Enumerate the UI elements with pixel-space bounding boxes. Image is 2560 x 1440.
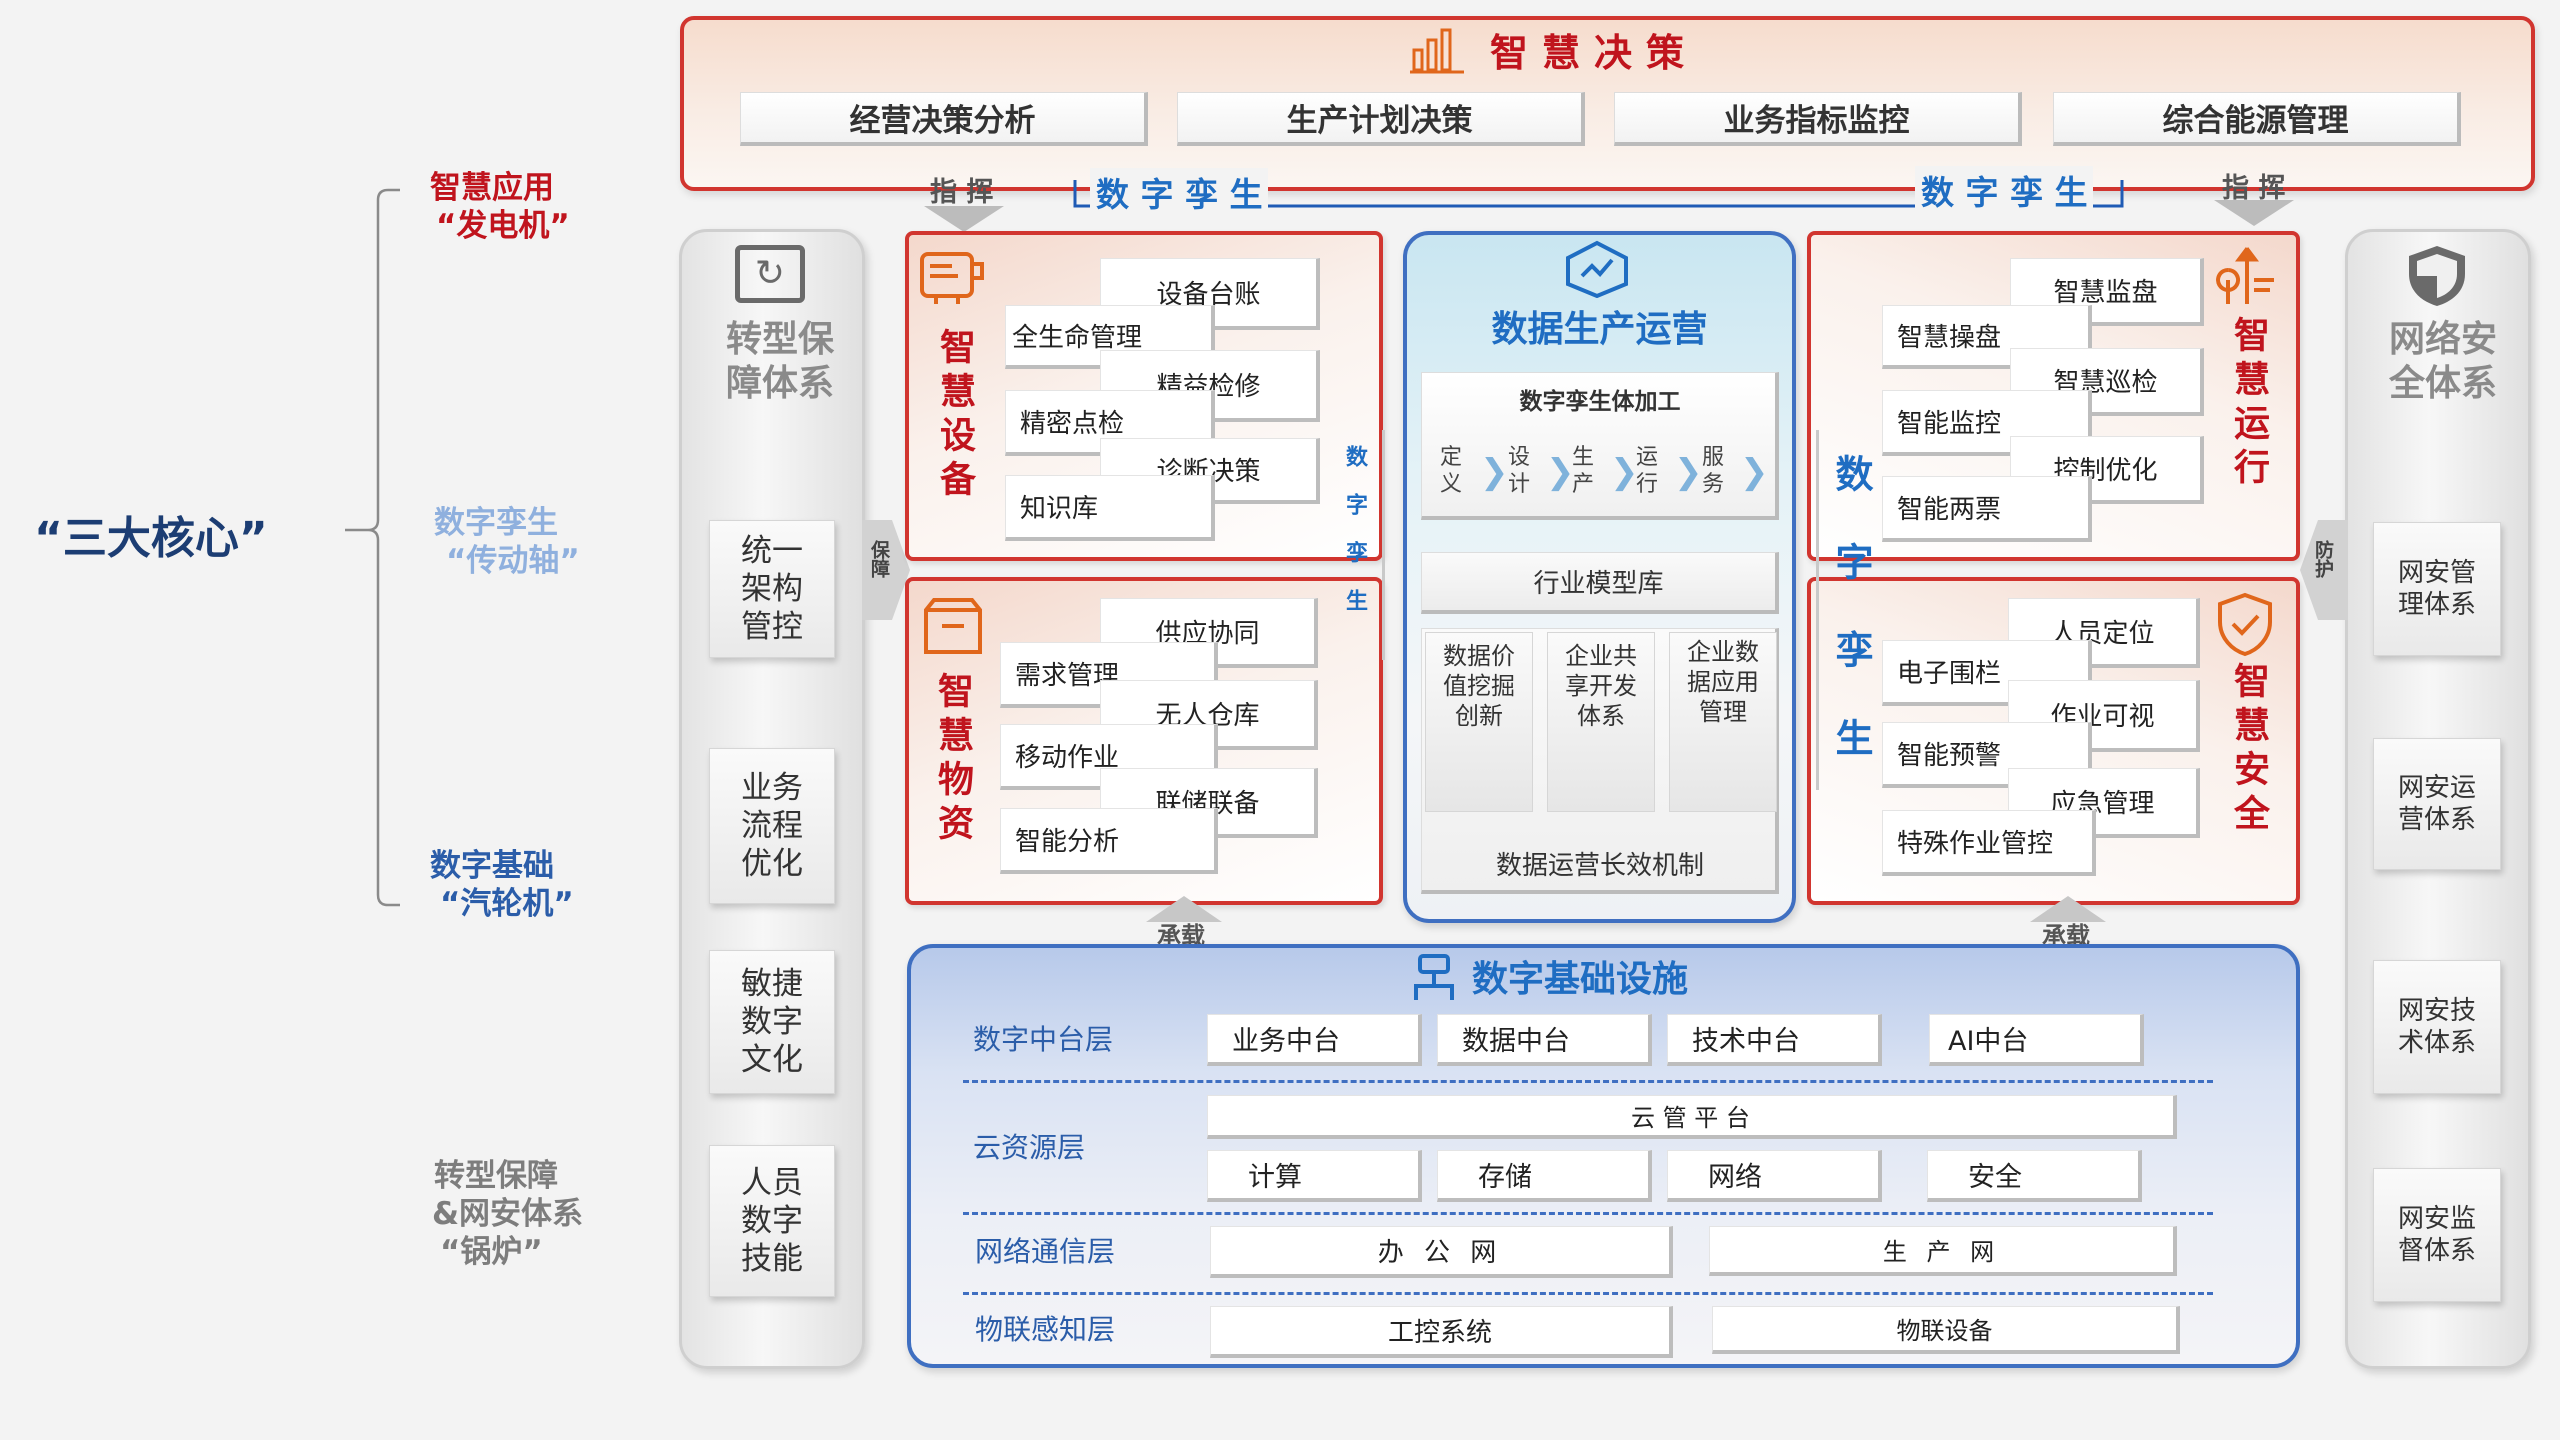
process-step-0: 定义 xyxy=(1440,445,1463,497)
model-library: 行业模型库 xyxy=(1421,552,1779,614)
process-step-4: 服务 xyxy=(1702,445,1725,497)
twin-label-line2: “传动轴” xyxy=(446,543,580,579)
guarantee-arrow-label: 保障 xyxy=(868,540,890,578)
process-step-3: 运行 xyxy=(1636,445,1659,497)
middle-platform-item-2: 技术中台 xyxy=(1667,1014,1882,1066)
decision-item-1: 生产计划决策 xyxy=(1177,92,1585,146)
layer-label-0: 数字中台层 xyxy=(973,1023,1114,1056)
network-item-1: 生 产 网 xyxy=(1709,1226,2177,1276)
decision-item-0: 经营决策分析 xyxy=(740,92,1148,146)
layer-divider xyxy=(963,1292,2213,1295)
safety-title: 智慧安全 xyxy=(2228,662,2269,838)
data-box-2: 企业数据应用管理 xyxy=(1669,632,1777,812)
equipment-left-item-2: 知识库 xyxy=(1005,475,1215,541)
cloud-platform: 云 管 平 台 xyxy=(1207,1095,2177,1139)
twin-small-line xyxy=(1382,430,1385,660)
equipment-title: 智慧设备 xyxy=(934,328,975,504)
transformation-title: 转型保障体系 xyxy=(725,319,834,404)
twin-label-top-right: 数 字 孪 生 xyxy=(1915,166,2094,214)
twin-vertical-big: 数字孪生 xyxy=(1829,454,1873,806)
boiler-label-line3: “锅炉” xyxy=(440,1234,543,1270)
cloud-item-3: 安全 xyxy=(1927,1150,2142,1202)
safety-left-item-2: 特殊作业管控 xyxy=(1882,810,2096,876)
shield-icon xyxy=(2409,246,2465,306)
data-box-0: 数据价值挖掘创新 xyxy=(1425,632,1533,812)
guarantee-card-2: 敏捷数字文化 xyxy=(709,950,835,1094)
data-box-1: 企业共享开发体系 xyxy=(1547,632,1655,812)
step-chevron-icon: ❯ xyxy=(1546,452,1575,492)
network-node-icon xyxy=(1414,954,1454,1000)
twin-process-title: 数字孪生体加工 xyxy=(1519,389,1681,415)
equipment-icon xyxy=(920,252,984,304)
step-chevron-icon: ❯ xyxy=(1610,452,1639,492)
guarantee-card-1: 业务流程优化 xyxy=(709,748,835,904)
process-step-2: 生产 xyxy=(1572,445,1595,497)
bar-chart-icon xyxy=(1410,28,1464,74)
data-mechanism: 数据运营长效机制 xyxy=(1495,851,1704,881)
data-ops-title: 数据生产运营 xyxy=(1491,309,1708,350)
security-card-3: 网安监督体系 xyxy=(2373,1168,2501,1302)
process-steps: 定义 ❯ 设计 ❯ 生产 ❯ 运行 ❯ 服务 ❯ xyxy=(1430,440,1775,502)
iot-item-1: 物联设备 xyxy=(1712,1306,2180,1354)
protect-arrow-label: 防护 xyxy=(2312,540,2334,578)
twin-big-line xyxy=(1816,430,1819,790)
layer-label-1: 云资源层 xyxy=(973,1131,1086,1164)
layer-divider xyxy=(963,1212,2213,1215)
shield-check-icon xyxy=(2218,592,2272,657)
architecture-diagram: “三大核心” 智慧应用 “发电机” 数字孪生 “传动轴” 数字基础 “汽轮机” … xyxy=(0,0,2560,1440)
step-chevron-icon: ❯ xyxy=(1480,452,1509,492)
cloud-item-0: 计算 xyxy=(1207,1150,1422,1202)
decision-item-2: 业务指标监控 xyxy=(1614,92,2022,146)
guarantee-card-0: 统一架构管控 xyxy=(709,520,835,658)
command-arrow-left xyxy=(924,206,1004,232)
layer-divider xyxy=(963,1080,2213,1083)
security-title: 网络安全体系 xyxy=(2388,319,2497,404)
command-arrow-right xyxy=(2214,200,2294,226)
materials-left-item-2: 智能分析 xyxy=(1000,808,1218,874)
core-title: “三大核心” xyxy=(34,513,268,564)
cloud-item-1: 存储 xyxy=(1437,1150,1652,1202)
security-card-1: 网安运营体系 xyxy=(2373,738,2501,870)
base-label-line2: “汽轮机” xyxy=(440,886,574,922)
app-label-line2: “发电机” xyxy=(436,208,570,244)
twin-label-top-left: 数 字 孪 生 xyxy=(1090,168,1269,216)
security-card-2: 网安技术体系 xyxy=(2373,960,2501,1094)
command-label-left: 指 挥 xyxy=(930,177,994,208)
middle-platform-item-0: 业务中台 xyxy=(1207,1014,1422,1066)
network-item-0: 办 公 网 xyxy=(1210,1226,1673,1278)
package-icon xyxy=(924,598,982,654)
iot-item-0: 工控系统 xyxy=(1210,1306,1673,1358)
hexagon-chart-icon xyxy=(1566,240,1628,298)
step-chevron-icon: ❯ xyxy=(1740,452,1769,492)
security-card-0: 网安管理体系 xyxy=(2373,522,2501,656)
step-chevron-icon: ❯ xyxy=(1674,452,1703,492)
operation-title: 智慧运行 xyxy=(2228,316,2269,492)
decision-title: 智慧决策 xyxy=(1490,31,1699,75)
layer-label-3: 物联感知层 xyxy=(975,1313,1116,1346)
guarantee-card-3: 人员数字技能 xyxy=(709,1145,835,1297)
infra-title: 数字基础设施 xyxy=(1472,959,1689,1000)
process-step-1: 设计 xyxy=(1508,445,1531,497)
middle-platform-item-3: AI中台 xyxy=(1929,1014,2144,1066)
materials-title: 智慧物资 xyxy=(932,672,973,848)
cloud-item-2: 网络 xyxy=(1667,1150,1882,1202)
transformation-icon: ↻ xyxy=(735,245,805,303)
operation-left-item-2: 智能两票 xyxy=(1882,476,2092,542)
left-bracket xyxy=(345,188,400,907)
middle-platform-item-1: 数据中台 xyxy=(1437,1014,1652,1066)
decision-item-3: 综合能源管理 xyxy=(2053,92,2461,146)
signpost-arrow-icon xyxy=(2216,247,2274,304)
twin-vertical-small: 数字孪生 xyxy=(1342,445,1367,637)
layer-label-2: 网络通信层 xyxy=(975,1235,1116,1268)
